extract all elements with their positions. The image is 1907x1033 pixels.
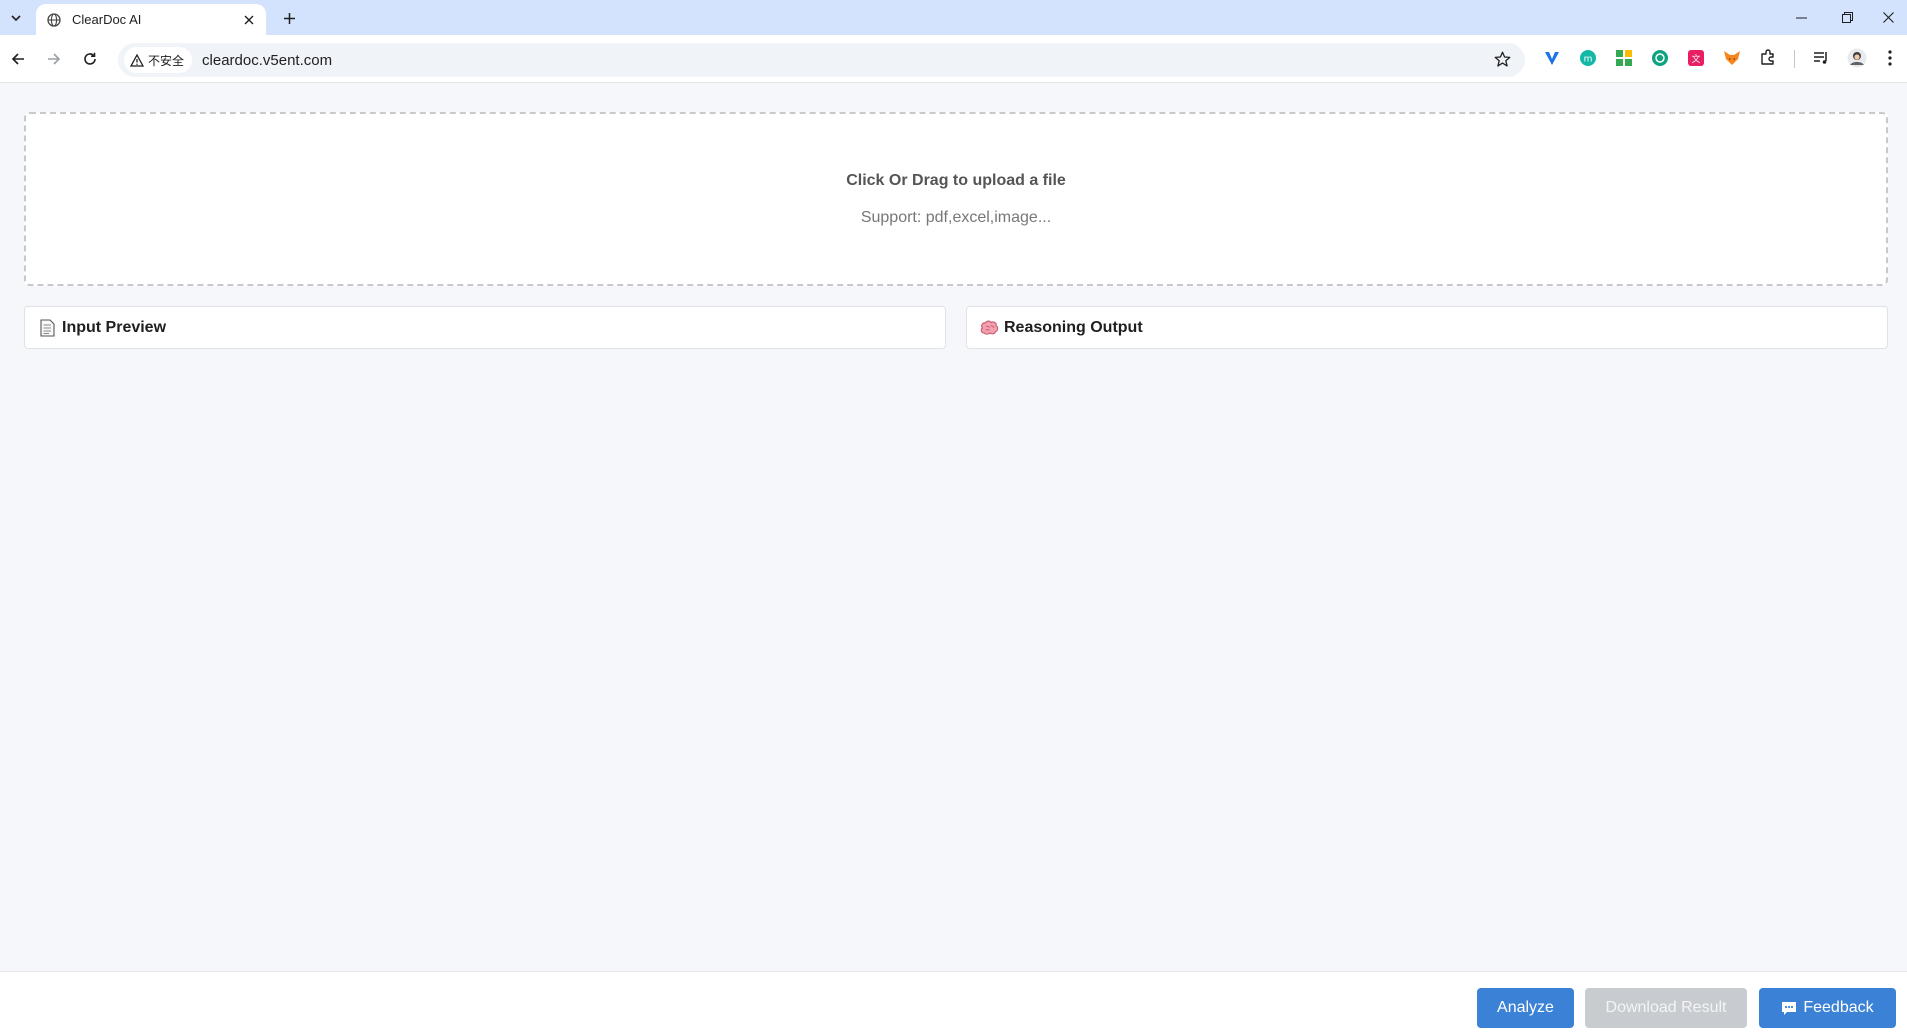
- file-upload-dropzone[interactable]: Click Or Drag to upload a file Support: …: [24, 112, 1888, 286]
- brain-icon: [979, 318, 999, 338]
- browser-menu-icon[interactable]: [1883, 47, 1897, 69]
- analyze-button[interactable]: Analyze: [1477, 988, 1574, 1028]
- action-footer: Analyze Download Result Feedback: [0, 971, 1907, 1033]
- download-result-button[interactable]: Download Result: [1585, 988, 1747, 1028]
- toolbar-separator: [1794, 50, 1795, 68]
- extension-chat-icon[interactable]: [1649, 47, 1671, 69]
- close-tab-icon[interactable]: [240, 11, 258, 29]
- plus-icon: [283, 12, 295, 24]
- media-controls-icon[interactable]: [1810, 47, 1832, 69]
- reload-button[interactable]: [76, 45, 104, 73]
- close-window-button[interactable]: [1870, 0, 1907, 34]
- upload-subtitle: Support: pdf,excel,image...: [860, 209, 1052, 226]
- forward-button[interactable]: [40, 45, 68, 73]
- feedback-button[interactable]: Feedback: [1759, 988, 1896, 1028]
- input-preview-label: Input Preview: [62, 318, 167, 336]
- arrow-right-icon: [48, 53, 61, 65]
- back-button[interactable]: [4, 45, 32, 73]
- extension-translate-icon[interactable]: 文: [1685, 47, 1707, 69]
- speech-bubble-icon: [1782, 1001, 1797, 1015]
- profile-avatar[interactable]: [1846, 47, 1868, 69]
- restore-icon: [1841, 11, 1853, 23]
- browser-tab-active[interactable]: ClearDoc AI: [36, 4, 266, 35]
- security-label: 不安全: [148, 53, 185, 68]
- tab-title: ClearDoc AI: [72, 12, 142, 27]
- url-text: cleardoc.v5ent.com: [202, 51, 333, 69]
- restore-button[interactable]: [1824, 0, 1870, 34]
- svg-text:m: m: [1584, 55, 1593, 65]
- reasoning-output-panel: Reasoning Output: [966, 306, 1888, 349]
- arrow-left-icon: [11, 53, 24, 65]
- globe-icon: [46, 12, 62, 28]
- warning-icon: [130, 53, 144, 67]
- reload-icon: [84, 52, 96, 65]
- security-chip[interactable]: 不安全: [124, 47, 193, 73]
- page-icon: [37, 318, 57, 338]
- chevron-down-icon: [11, 15, 21, 22]
- svg-text:文: 文: [1691, 53, 1700, 65]
- close-icon: [1883, 11, 1894, 23]
- minimize-icon: [1795, 17, 1807, 18]
- address-bar[interactable]: 不安全 cleardoc.v5ent.com: [118, 43, 1525, 77]
- reasoning-output-label: Reasoning Output: [1004, 318, 1143, 336]
- extension-teal-circle-icon[interactable]: m: [1577, 47, 1599, 69]
- minimize-button[interactable]: [1778, 0, 1824, 34]
- extensions-puzzle-icon[interactable]: [1757, 47, 1779, 69]
- browser-toolbar: 不安全 cleardoc.v5ent.com m 文: [0, 35, 1907, 83]
- extension-blue-v-icon[interactable]: [1541, 47, 1563, 69]
- extension-fox-icon[interactable]: [1721, 47, 1743, 69]
- bookmark-star-icon[interactable]: [1494, 51, 1511, 73]
- extension-grid-icon[interactable]: [1613, 47, 1635, 69]
- tab-search-button[interactable]: [4, 6, 28, 30]
- input-preview-panel: Input Preview: [24, 306, 946, 349]
- upload-title: Click Or Drag to upload a file: [846, 172, 1066, 189]
- feedback-label: Feedback: [1803, 999, 1874, 1016]
- tab-strip: ClearDoc AI: [0, 0, 1907, 35]
- new-tab-button[interactable]: [276, 5, 302, 31]
